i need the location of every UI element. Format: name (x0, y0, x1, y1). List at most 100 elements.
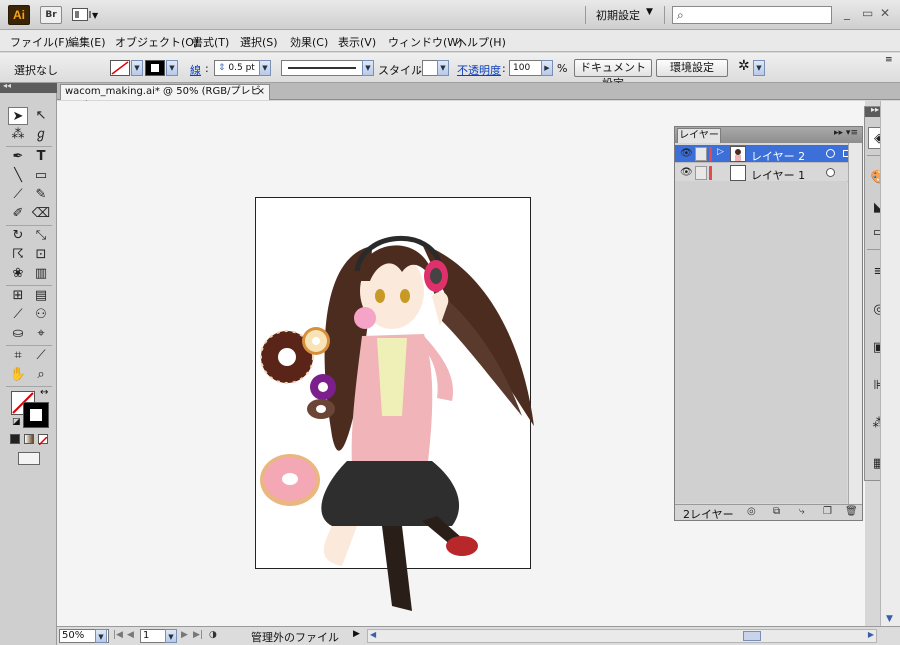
expand-triangle-icon[interactable]: ▷ (717, 147, 724, 157)
fill-swatch[interactable] (110, 60, 130, 76)
live-paint-bucket-tool-icon[interactable]: ⛀ (8, 325, 28, 343)
isolate-selection-icon[interactable]: ✲ (738, 58, 750, 74)
menu-view[interactable]: 表示(V) (338, 34, 376, 50)
free-transform-tool-icon[interactable]: ⊡ (31, 246, 51, 264)
pen-tool-icon[interactable]: ✒ (8, 148, 28, 166)
scroll-right-icon[interactable]: ▶ (868, 630, 874, 639)
live-paint-selection-tool-icon[interactable]: ⌖ (31, 325, 51, 343)
chevron-down-icon[interactable]: ▼ (646, 7, 653, 17)
blob-brush-tool-icon[interactable]: ✐ (8, 205, 28, 223)
symbol-sprayer-tool-icon[interactable]: ❀ (8, 265, 28, 283)
paintbrush-tool-icon[interactable]: ⟋ (8, 186, 28, 204)
layer-row[interactable]: 👁 レイヤー 1 (675, 164, 862, 182)
menu-object[interactable]: オブジェクト(O) (115, 34, 198, 50)
bridge-button[interactable]: Br (40, 6, 62, 24)
locate-object-icon[interactable]: ◎ (747, 506, 756, 517)
layer-row[interactable]: 👁 ▷ レイヤー 2 (675, 145, 862, 163)
page-number-field[interactable]: 1 (140, 629, 166, 643)
search-input[interactable]: ⌕ (672, 6, 832, 24)
layers-scrollbar[interactable] (848, 143, 862, 505)
opacity-panel-link[interactable]: 不透明度 (457, 62, 501, 78)
restore-button[interactable]: ▭ (862, 6, 873, 20)
horizontal-scrollbar[interactable]: ◀ ▶ (367, 629, 877, 643)
trash-icon[interactable]: 🗑 (845, 506, 858, 517)
tab-layers[interactable]: レイヤー (677, 128, 721, 143)
menu-select[interactable]: 選択(S) (240, 34, 278, 50)
menu-type[interactable]: 書式(T) (192, 34, 229, 50)
artboard-tool-icon[interactable]: ⌗ (8, 347, 28, 365)
rotate-tool-icon[interactable]: ↻ (8, 227, 28, 245)
close-button[interactable]: ✕ (880, 6, 890, 20)
menu-effect[interactable]: 効果(C) (290, 34, 328, 50)
zoom-tool-icon[interactable]: ⌕ (31, 366, 51, 384)
default-fill-stroke-icon[interactable]: ◪ (12, 417, 21, 427)
gradient-tool-icon[interactable]: ▤ (31, 287, 51, 305)
layer-target-icon[interactable] (826, 149, 835, 158)
stroke-color-box[interactable] (23, 402, 49, 428)
panel-menu-icon[interactable]: ▸▸ ▾≡ (834, 128, 858, 138)
chevron-down-icon[interactable]: ▼ (362, 60, 374, 76)
first-page-icon[interactable]: |◀ (113, 630, 123, 640)
warp-tool-icon[interactable]: ☈ (8, 246, 28, 264)
menu-edit[interactable]: 編集(E) (68, 34, 106, 50)
chevron-down-icon[interactable]: ▼ (437, 60, 449, 76)
chevron-down-icon[interactable]: ▼ (165, 629, 177, 643)
chevron-down-icon[interactable]: ▼ (753, 60, 765, 76)
make-clipping-mask-icon[interactable]: ⧉ (773, 506, 780, 517)
minimize-button[interactable]: _ (844, 6, 850, 20)
swap-fill-stroke-icon[interactable]: ↔ (40, 387, 48, 398)
document-setup-button[interactable]: ドキュメント設定 (574, 59, 652, 90)
chevron-down-icon[interactable]: ▼ (131, 60, 143, 76)
close-tab-icon[interactable]: × (257, 85, 265, 99)
gradient-mode-button[interactable] (24, 434, 34, 444)
eyedropper-tool-icon[interactable]: ⟋ (8, 306, 28, 324)
chevron-down-icon[interactable]: ▼ (166, 60, 178, 76)
scroll-thumb[interactable] (743, 631, 761, 641)
chevron-down-icon[interactable]: ▼ (95, 629, 107, 643)
tools-panel-header[interactable]: ◂◂ (0, 81, 57, 93)
control-panel-menu-icon[interactable]: ≡ (885, 55, 893, 65)
lock-toggle[interactable] (695, 166, 707, 180)
vertical-scrollbar[interactable]: ▼ (880, 101, 900, 626)
stroke-panel-link[interactable]: 線 (190, 62, 201, 78)
visibility-eye-icon[interactable]: 👁 (680, 148, 693, 160)
visibility-eye-icon[interactable]: 👁 (680, 167, 693, 179)
chevron-right-icon[interactable]: ▶ (541, 60, 553, 76)
selection-tool-icon[interactable]: ➤ (8, 107, 28, 125)
menu-window[interactable]: ウィンドウ(W) (388, 34, 462, 50)
new-layer-icon[interactable]: ❐ (823, 506, 832, 517)
eraser-tool-icon[interactable]: ⌫ (31, 205, 51, 223)
stroke-swatch[interactable] (145, 60, 165, 76)
new-sublayer-icon[interactable]: ⤷ (799, 506, 805, 517)
blend-tool-icon[interactable]: ⚇ (31, 306, 51, 324)
scroll-left-icon[interactable]: ◀ (370, 630, 376, 639)
scale-tool-icon[interactable]: ⤡ (31, 227, 51, 245)
status-menu-arrow-icon[interactable]: ▶ (353, 629, 360, 639)
preferences-button[interactable]: 環境設定 (656, 59, 728, 77)
screen-mode-button[interactable] (18, 452, 40, 465)
pencil-tool-icon[interactable]: ✎ (31, 186, 51, 204)
layer-target-icon[interactable] (826, 168, 835, 177)
chevron-down-icon[interactable]: ▼ (259, 60, 271, 76)
illustration-artwork[interactable] (252, 226, 552, 626)
collapse-icon[interactable]: ◂◂ (3, 81, 11, 90)
slice-tool-icon[interactable]: ⟋ (31, 347, 51, 365)
brush-definition-field[interactable] (281, 60, 363, 76)
graphic-style-swatch[interactable] (422, 60, 438, 76)
color-mode-button[interactable] (10, 434, 20, 444)
status-menu-icon[interactable]: ◑ (209, 630, 217, 640)
rectangle-tool-icon[interactable]: ▭ (31, 167, 51, 185)
donut-illustration[interactable] (258, 451, 322, 509)
menu-file[interactable]: ファイル(F) (10, 34, 69, 50)
scroll-down-icon[interactable]: ▼ (886, 614, 893, 624)
line-tool-icon[interactable]: ╲ (8, 167, 28, 185)
layer-name[interactable]: レイヤー 2 (751, 148, 805, 164)
next-page-icon[interactable]: ▶ (181, 630, 188, 640)
last-page-icon[interactable]: ▶| (193, 630, 203, 640)
expand-dock-icon[interactable]: ▸▸ (871, 105, 879, 114)
menu-help[interactable]: ヘルプ(H) (456, 34, 506, 50)
column-graph-tool-icon[interactable]: ▥ (31, 265, 51, 283)
magic-wand-tool-icon[interactable]: ⁂ (8, 126, 28, 144)
none-mode-button[interactable] (38, 434, 48, 446)
direct-selection-tool-icon[interactable]: ↖ (31, 107, 51, 125)
